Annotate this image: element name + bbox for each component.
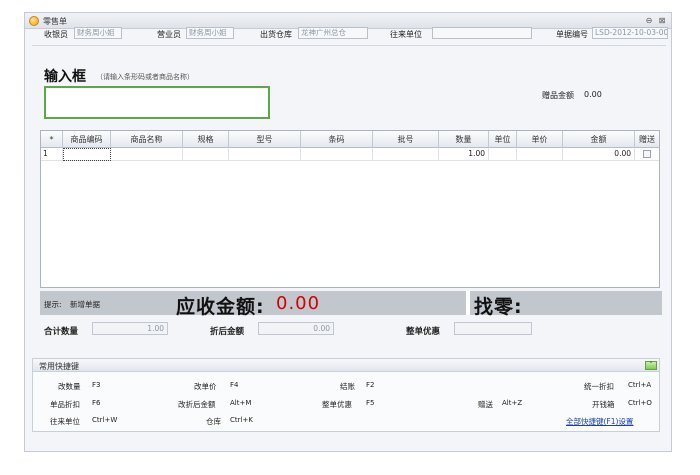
receivable-label: 应收金额: xyxy=(176,296,265,318)
collapse-toggle-icon[interactable]: ˅ xyxy=(645,361,657,370)
cell-spec[interactable] xyxy=(183,148,229,161)
column-header-gift[interactable]: 赠送 xyxy=(635,131,659,148)
input-box-title: 输入框 xyxy=(44,69,86,85)
discount-amount-label: 折后金额 xyxy=(210,327,245,337)
cell-amount[interactable]: 0.00 xyxy=(563,148,635,161)
shortcut-key: Ctrl+O xyxy=(628,399,652,407)
shortcut-label: 改单价 xyxy=(194,382,217,391)
cashier-field[interactable]: 财务周小姐 xyxy=(74,27,122,39)
minimize-icon[interactable]: ⊖ xyxy=(644,16,654,25)
doc-no-label: 单据编号 xyxy=(556,30,588,39)
shortcut-label: 开钱箱 xyxy=(592,400,615,409)
shortcut-label: 单品折扣 xyxy=(50,400,80,409)
doc-no-field[interactable]: LSD-2012-10-03-00 xyxy=(592,27,668,39)
shortcut-label: 改数量 xyxy=(58,382,81,391)
shortcut-label: 改折后金额 xyxy=(178,400,216,409)
discount-amount-field: 0.00 xyxy=(258,322,334,335)
salesperson-label: 营业员 xyxy=(157,30,181,39)
shortcut-label: 往来单位 xyxy=(50,417,80,426)
warehouse-label: 出货仓库 xyxy=(260,30,292,39)
close-icon[interactable]: ⊠ xyxy=(657,16,667,25)
shortcut-key: F6 xyxy=(92,399,101,407)
gift-amount-label: 赠品金额 xyxy=(542,91,574,100)
shortcut-label: 赠送 xyxy=(478,400,493,409)
shortcut-key: F5 xyxy=(366,399,375,407)
barcode-input[interactable] xyxy=(44,86,270,119)
cell-price[interactable] xyxy=(517,148,563,161)
cell-qty[interactable]: 1.00 xyxy=(439,148,489,161)
shortcut-label: 统一折扣 xyxy=(584,382,614,391)
column-header-amount[interactable]: 金额 xyxy=(563,131,635,148)
column-header-price[interactable]: 单价 xyxy=(517,131,563,148)
product-grid[interactable]: * 商品编码 商品名称 规格 型号 条码 批号 数量 单位 单价 金额 赠送 1… xyxy=(40,130,660,288)
table-row[interactable]: 1 1.00 0.00 xyxy=(41,148,659,161)
shortcut-panel-header: 常用快捷键 ˅ xyxy=(33,359,659,372)
column-header-name[interactable]: 商品名称 xyxy=(111,131,183,148)
column-header-batch[interactable]: 批号 xyxy=(373,131,439,148)
gift-checkbox[interactable] xyxy=(643,150,651,158)
shortcut-key: Alt+M xyxy=(230,399,252,407)
order-discount-label: 整单优惠 xyxy=(406,327,441,337)
shortcut-label: 仓库 xyxy=(206,417,221,426)
warehouse-field[interactable]: 龙神广州总仓 xyxy=(298,27,368,39)
partner-label: 往来单位 xyxy=(390,30,422,39)
cell-model[interactable] xyxy=(229,148,301,161)
row-index: 1 xyxy=(41,148,63,161)
order-discount-field[interactable] xyxy=(454,322,532,335)
grid-header: * 商品编码 商品名称 规格 型号 条码 批号 数量 单位 单价 金额 赠送 xyxy=(41,131,659,148)
input-box-hint: （请输入条形码或者商品名称） xyxy=(96,73,194,81)
cashier-label: 收银员 xyxy=(44,30,68,39)
receivable-value: 0.00 xyxy=(276,293,321,314)
total-qty-field: 1.00 xyxy=(92,322,168,335)
column-header-marker: * xyxy=(41,131,63,148)
shortcut-key: Alt+Z xyxy=(502,399,523,407)
cell-barcode[interactable] xyxy=(301,148,373,161)
change-label: 找零: xyxy=(474,296,523,318)
shortcut-key: Ctrl+A xyxy=(628,381,652,389)
shortcut-key: F4 xyxy=(230,381,239,389)
header-divider xyxy=(32,45,666,46)
shortcut-panel-title: 常用快捷键 xyxy=(39,362,79,371)
shortcut-label: 结账 xyxy=(340,382,355,391)
shortcut-key: F2 xyxy=(366,381,375,389)
gift-amount-value: 0.00 xyxy=(584,90,602,99)
cell-name[interactable] xyxy=(111,148,183,161)
app-icon xyxy=(29,16,39,26)
total-qty-label: 合计数量 xyxy=(44,327,79,337)
cell-code[interactable] xyxy=(63,148,111,161)
status-divider xyxy=(466,291,470,315)
shortcut-label: 整单优惠 xyxy=(322,400,352,409)
shortcut-key: F3 xyxy=(92,381,101,389)
column-header-barcode[interactable]: 条码 xyxy=(301,131,373,148)
shortcut-key: Ctrl+K xyxy=(230,416,253,424)
column-header-unit[interactable]: 单位 xyxy=(489,131,517,148)
shortcut-key: Ctrl+W xyxy=(92,416,118,424)
column-header-model[interactable]: 型号 xyxy=(229,131,301,148)
shortcut-settings-link[interactable]: 全部快捷键(F1)设置 xyxy=(566,416,633,427)
column-header-spec[interactable]: 规格 xyxy=(183,131,229,148)
cell-unit[interactable] xyxy=(489,148,517,161)
partner-field[interactable] xyxy=(432,27,532,39)
window-title: 零售单 xyxy=(43,17,67,26)
cell-gift xyxy=(635,148,659,161)
cell-batch[interactable] xyxy=(373,148,439,161)
status-hint-label: 提示: xyxy=(44,300,62,309)
salesperson-field[interactable]: 财务周小姐 xyxy=(186,27,234,39)
column-header-code[interactable]: 商品编码 xyxy=(63,131,111,148)
status-bar: 提示: 新增单据 应收金额: 0.00 找零: xyxy=(40,291,662,318)
status-hint-value: 新增单据 xyxy=(70,300,100,309)
column-header-qty[interactable]: 数量 xyxy=(439,131,489,148)
